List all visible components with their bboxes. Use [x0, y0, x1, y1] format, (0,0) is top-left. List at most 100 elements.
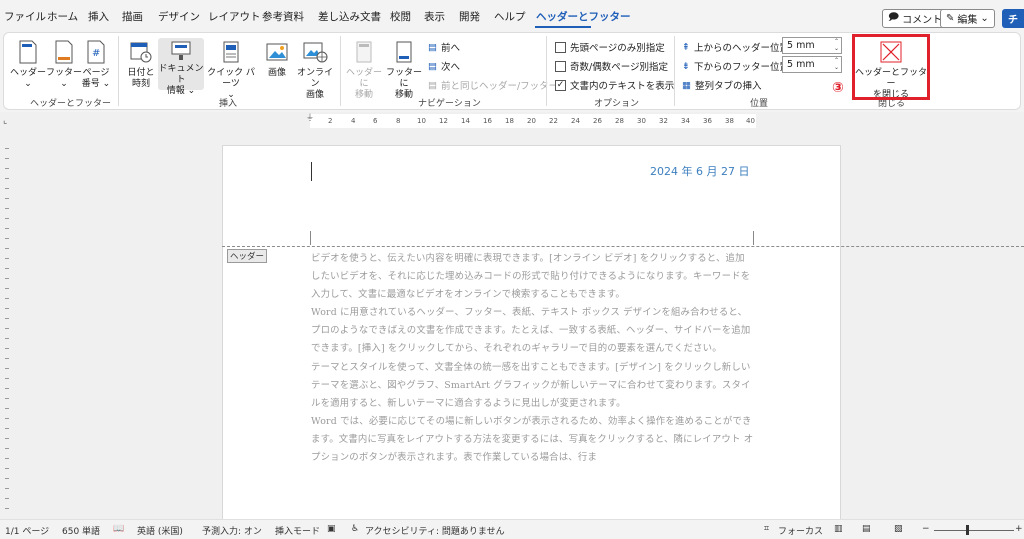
next-label: 次へ [440, 62, 460, 73]
body-paragraph[interactable]: Word に用意されているヘッダー、フッター、表紙、テキスト ボックス デザイン… [311, 304, 754, 358]
tab-help[interactable]: ヘルプ [494, 9, 526, 24]
go-to-footer-button[interactable]: フッターに 移動 [384, 38, 424, 101]
predictive-text-status[interactable]: 予測入力: オン [202, 524, 262, 537]
ruler-tick [5, 478, 9, 479]
tab-layout[interactable]: レイアウト [208, 9, 261, 24]
different-first-page-checkbox[interactable]: 先頭ページのみ別指定 [555, 40, 665, 54]
ruler-tick [5, 288, 9, 289]
ruler-number: 20 [527, 117, 536, 125]
show-document-text-label: 文書内のテキストを表示 [570, 81, 675, 92]
horizontal-ruler[interactable]: ⏚ 2 4 6 8 10 12 14 16 18 20 22 24 26 28 … [306, 113, 756, 128]
insert-mode-status[interactable]: 挿入モード [275, 524, 320, 537]
vertical-ruler[interactable] [0, 134, 14, 519]
footer-position-input[interactable]: 5 mm ⌃ ⌄ [782, 56, 842, 73]
margin-corner-marker [310, 231, 311, 245]
header-position-input[interactable]: 5 mm ⌃ ⌄ [782, 37, 842, 54]
header-button[interactable]: ヘッダー ⌄ [8, 38, 48, 90]
share-button[interactable]: チ [1002, 9, 1024, 28]
read-mode-icon[interactable]: ▥ [834, 524, 843, 534]
ruler-tick [5, 328, 9, 329]
print-layout-icon[interactable]: ▤ [862, 524, 871, 534]
document-info-button[interactable]: ドキュメント 情報 ⌄ [158, 38, 204, 96]
zoom-slider-thumb[interactable] [966, 525, 969, 535]
body-paragraph[interactable]: Word では、必要に応じてその場に新しいボタンが表示されるため、効率よく操作を… [311, 413, 754, 467]
spinner-arrows-icon[interactable]: ⌃ ⌄ [834, 38, 839, 52]
language-indicator[interactable]: 英語 (米国) [137, 524, 183, 537]
ruler-tick [5, 148, 9, 149]
alignment-tab-icon: ▦ [682, 79, 691, 91]
zoom-in-button[interactable]: + [1015, 524, 1023, 534]
ruler-number: 28 [615, 117, 624, 125]
link-to-previous-label: 前と同じヘッダー/フッター [440, 81, 559, 92]
different-odd-even-checkbox[interactable]: 奇数/偶数ページ別指定 [555, 59, 668, 73]
ruler-tick [5, 158, 9, 159]
zoom-slider-track[interactable] [934, 530, 1014, 531]
macro-record-icon[interactable]: ▣ [327, 524, 336, 534]
checkmark-icon[interactable]: ✓ [555, 79, 566, 91]
header-date[interactable]: 2024 年 6 月 27 日 [650, 163, 749, 179]
indent-marker-icon[interactable]: ⏚ [306, 112, 314, 123]
previous-button[interactable]: ▤ 前へ [428, 40, 460, 55]
body-paragraph[interactable]: テーマとスタイルを使って、文書全体の統一感を出すこともできます。[デザイン] を… [311, 359, 754, 413]
tab-insert[interactable]: 挿入 [88, 9, 109, 24]
link-icon: ▤ [428, 79, 437, 91]
comment-button[interactable]: 🗩 コメント [882, 9, 949, 28]
tab-mailings[interactable]: 差し込み文書 [318, 9, 381, 24]
online-picture-icon [302, 38, 328, 66]
ruler-tick [5, 408, 9, 409]
ruler-number: 4 [351, 117, 356, 125]
go-to-header-button[interactable]: ヘッダーに 移動 [344, 38, 384, 101]
accessibility-status[interactable]: アクセシビリティ: 問題ありません [365, 524, 505, 537]
tab-draw[interactable]: 描画 [122, 9, 143, 24]
header-position-label-row: ⇞ 上からのヘッダー位置: [682, 40, 792, 55]
insert-alignment-tab-button[interactable]: ▦ 整列タブの挿入 [682, 78, 762, 93]
body-paragraph[interactable]: ビデオを使うと、伝えたい内容を明確に表現できます。[オンライン ビデオ] をクリ… [311, 250, 754, 304]
tab-developer[interactable]: 開発 [459, 9, 480, 24]
tab-references[interactable]: 参考資料 [262, 9, 304, 24]
page-count[interactable]: 1/1 ページ [5, 524, 49, 537]
header-page-icon [15, 38, 41, 66]
tab-review[interactable]: 校閲 [390, 9, 411, 24]
link-to-previous-button[interactable]: ▤ 前と同じヘッダー/フッター [428, 78, 559, 93]
focus-mode-button[interactable]: フォーカス [778, 524, 823, 537]
picture-button[interactable]: 画像 [262, 38, 292, 79]
checkbox-unchecked[interactable] [555, 41, 566, 53]
date-time-button[interactable]: 日付と 時刻 [124, 38, 158, 90]
focus-icon[interactable]: ⌗ [764, 524, 769, 534]
proofing-book-icon[interactable]: 📖 [113, 524, 124, 534]
ruler-tick [5, 338, 9, 339]
highlight-box [852, 34, 930, 100]
ruler-number: 8 [396, 117, 401, 125]
footer-position-value: 5 mm [787, 59, 815, 70]
accessibility-icon[interactable]: ♿ [351, 524, 359, 534]
spinner-arrows-icon[interactable]: ⌃ ⌄ [834, 57, 839, 71]
word-count[interactable]: 650 単語 [62, 524, 100, 537]
next-section-icon: ▤ [428, 60, 437, 72]
show-document-text-checkbox[interactable]: ✓ 文書内のテキストを表示 [555, 78, 674, 92]
tab-header-footer[interactable]: ヘッダーとフッター [536, 9, 631, 24]
quick-parts-button[interactable]: クイック パーツ ⌄ [204, 38, 258, 101]
tab-view[interactable]: 表示 [424, 9, 445, 24]
edit-mode-button[interactable]: ✎ 編集 ⌄ [940, 9, 995, 28]
footer-position-label-row: ⇟ 下からのフッター位置: [682, 59, 792, 74]
go-to-footer-icon [391, 38, 417, 66]
ruler-tick [5, 418, 9, 419]
footer-button-label: フッター ⌄ [46, 68, 83, 89]
page-number-button[interactable]: # ページ 番号 ⌄ [80, 38, 112, 90]
footer-position-icon: ⇟ [682, 60, 690, 72]
ruler-tick [5, 228, 9, 229]
tab-file[interactable]: ファイル [4, 9, 46, 24]
document-body[interactable]: ビデオを使うと、伝えたい内容を明確に表現できます。[オンライン ビデオ] をクリ… [311, 250, 754, 467]
next-button[interactable]: ▤ 次へ [428, 59, 460, 74]
online-picture-button[interactable]: オンライン 画像 [294, 38, 336, 101]
tab-design[interactable]: デザイン [158, 9, 200, 24]
web-layout-icon[interactable]: ▧ [894, 524, 903, 534]
zoom-out-button[interactable]: − [922, 524, 930, 534]
ruler-tick [5, 448, 9, 449]
tab-selector-icon[interactable]: ⌞ [3, 116, 7, 126]
document-info-button-label: ドキュメント 情報 ⌄ [158, 64, 204, 96]
checkbox-unchecked[interactable] [555, 60, 566, 72]
header-area-tag: ヘッダー [227, 249, 267, 263]
tab-home[interactable]: ホーム [47, 9, 78, 24]
footer-button[interactable]: フッター ⌄ [46, 38, 82, 90]
